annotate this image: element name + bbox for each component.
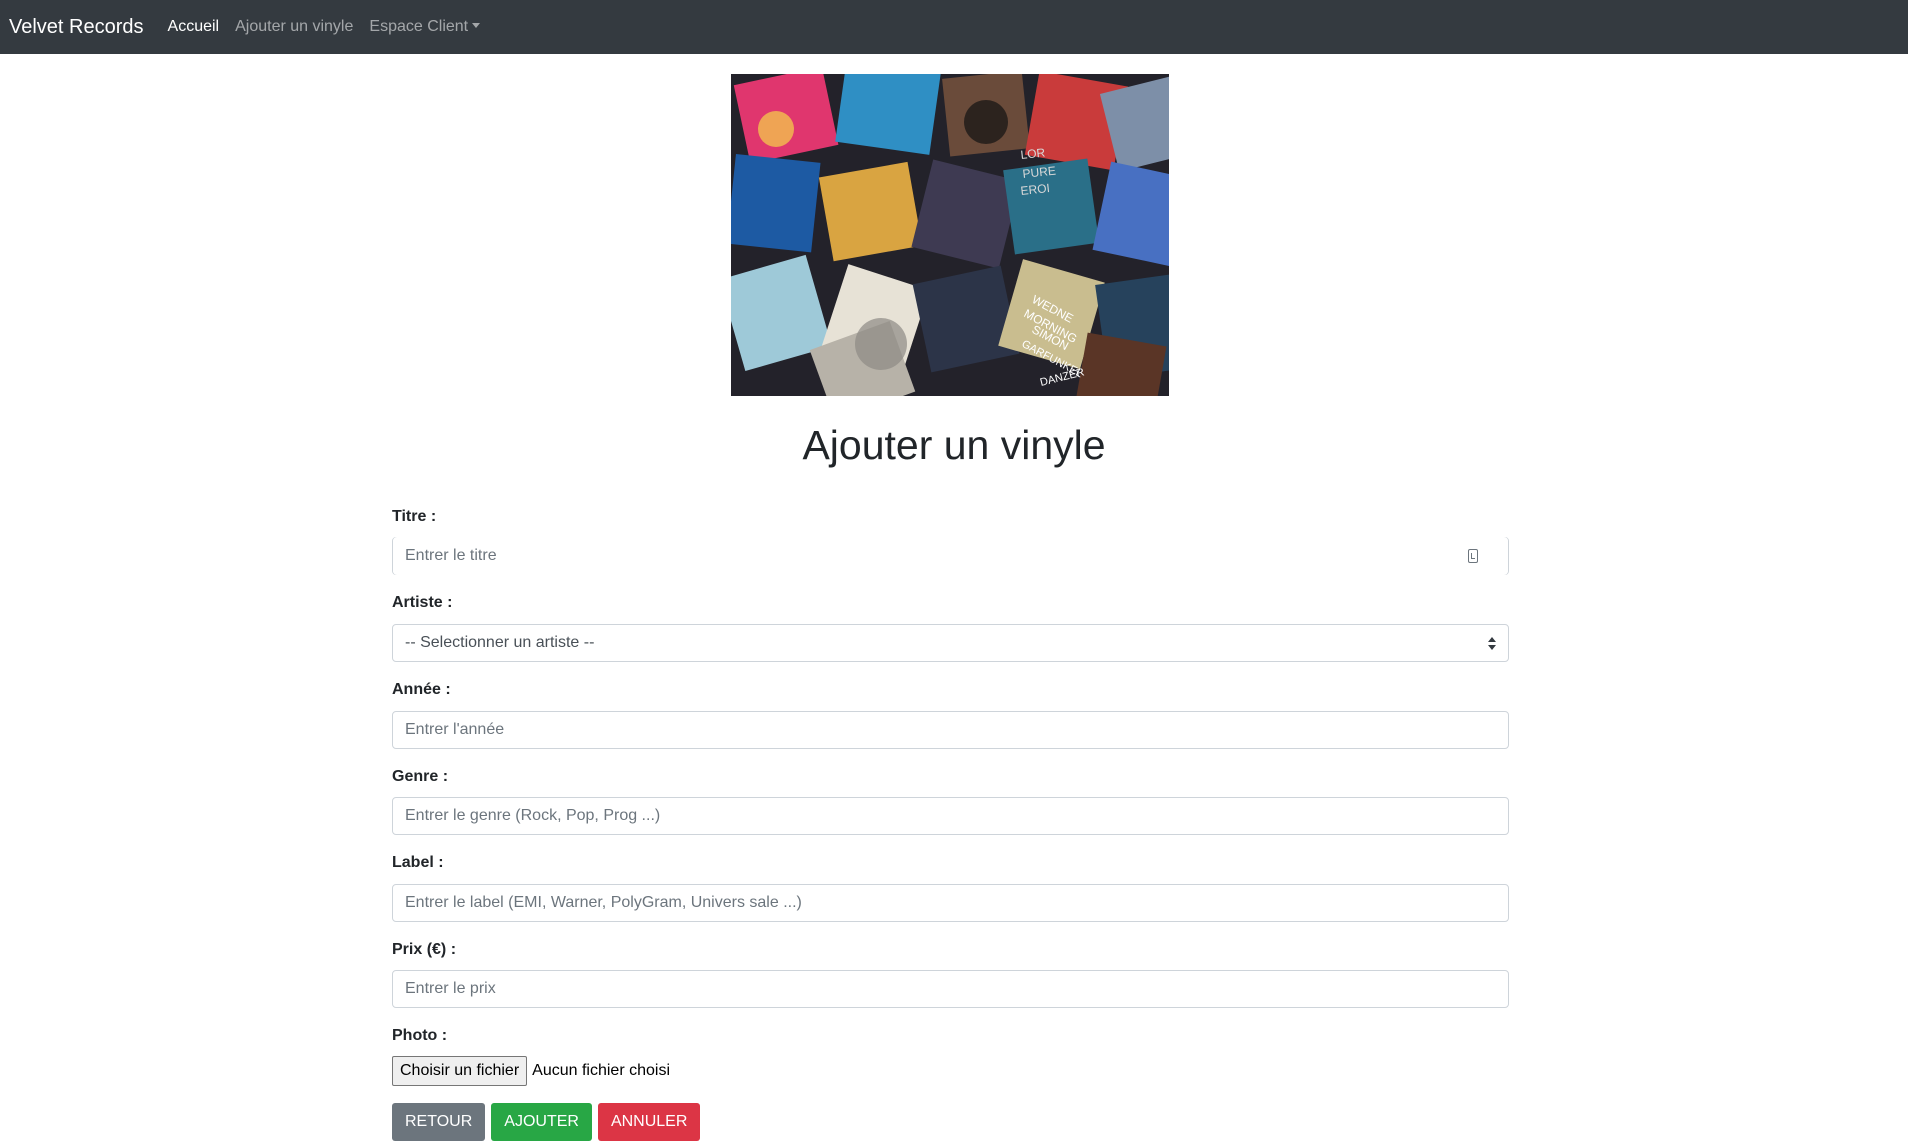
nav-link-ajouter-vinyle[interactable]: Ajouter un vinyle: [235, 18, 353, 36]
titre-label: Titre :: [392, 508, 437, 525]
genre-input[interactable]: [392, 797, 1509, 835]
vinyl-collage-image: LOR PURE EROI WEDNE MORNING SIMON GARFUN…: [731, 74, 1169, 396]
collage-text: LOR: [1020, 145, 1046, 162]
label-label: Label :: [392, 854, 444, 871]
hero-image: LOR PURE EROI WEDNE MORNING SIMON GARFUN…: [731, 74, 1169, 396]
annuler-button[interactable]: ANNULER: [597, 1103, 701, 1141]
form-actions: RETOUR AJOUTER ANNULER: [392, 1103, 706, 1141]
annee-label: Année :: [392, 681, 451, 698]
select-arrows-icon: [1488, 637, 1496, 650]
navbar: Velvet Records Accueil Ajouter un vinyle…: [0, 0, 1908, 54]
artiste-label: Artiste :: [392, 594, 453, 611]
caret-down-icon: [472, 23, 481, 28]
nav-dropdown-label: Espace Client: [369, 18, 469, 35]
titre-field-wrapper: [392, 537, 1509, 575]
file-status-text: Aucun fichier choisi: [532, 1062, 670, 1079]
annee-input[interactable]: [392, 711, 1509, 749]
nav-link-accueil[interactable]: Accueil: [168, 18, 220, 36]
nav-dropdown-espace-client[interactable]: Espace Client: [369, 18, 481, 36]
retour-button[interactable]: RETOUR: [392, 1103, 486, 1141]
brand-logo[interactable]: Velvet Records: [9, 16, 144, 39]
photo-file-input: Choisir un fichier Aucun fichier choisi: [392, 1056, 670, 1086]
ajouter-button[interactable]: AJOUTER: [491, 1103, 592, 1141]
genre-label: Genre :: [392, 768, 449, 785]
prix-input[interactable]: [392, 970, 1509, 1008]
autofill-icon[interactable]: [1468, 549, 1478, 563]
photo-label: Photo :: [392, 1027, 448, 1044]
prix-label: Prix (€) :: [392, 941, 457, 958]
choose-file-button[interactable]: Choisir un fichier: [392, 1056, 528, 1086]
titre-input[interactable]: [393, 537, 1508, 575]
artiste-select[interactable]: -- Selectionner un artiste --: [392, 624, 1509, 662]
artiste-selected-value: -- Selectionner un artiste --: [405, 634, 595, 651]
label-input[interactable]: [392, 884, 1509, 922]
page-title: Ajouter un vinyle: [802, 422, 1106, 468]
